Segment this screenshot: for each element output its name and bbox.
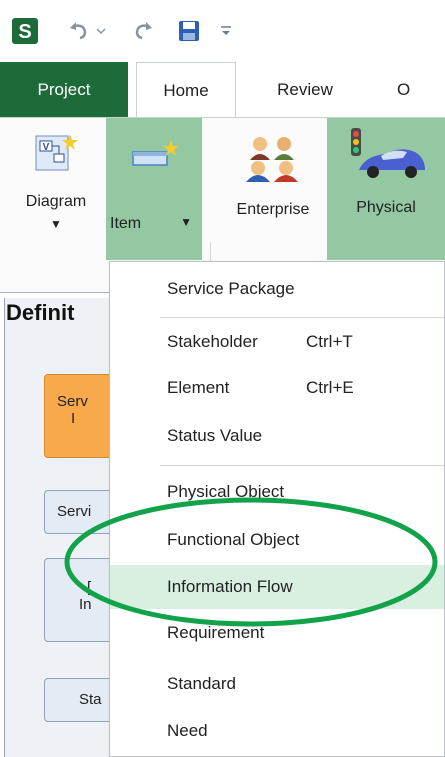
menu-item-information-flow[interactable]: Information Flow [110,565,444,609]
menu-item-label: Functional Object [167,530,300,549]
menu-item-label: Status Value [167,426,263,445]
enterprise-icon [242,134,304,187]
enterprise-button[interactable]: Enterprise [219,118,327,260]
app-logo-icon[interactable]: S [10,18,40,44]
customize-qat-icon[interactable] [216,18,236,44]
panel-card-text: Sta [79,691,102,708]
svg-text:S: S [18,21,31,43]
enterprise-label: Enterprise [236,201,310,218]
menu-item-label: Stakeholder [167,332,258,351]
svg-text:V: V [43,142,50,153]
menu-item-status-value[interactable]: Status Value [110,414,444,458]
item-dropdown-icon: ▼ [180,215,192,229]
menu-item-stakeholder[interactable]: Stakeholder Ctrl+T [110,320,444,364]
menu-item-label: Requirement [167,623,265,642]
diagram-label: Diagram [25,193,87,210]
menu-item-label: Information Flow [167,577,293,596]
menu-item-shortcut: Ctrl+E [306,378,354,397]
item-icon [127,138,181,183]
tab-review[interactable]: Review [250,62,360,118]
menu-item-standard[interactable]: Standard [110,662,444,706]
menu-separator [160,317,444,318]
menu-item-label: Standard [167,674,236,693]
menu-item-requirement[interactable]: Requirement [110,611,444,655]
menu-separator [160,465,444,466]
menu-item-shortcut: Ctrl+T [306,332,353,351]
menu-item-label: Element [167,378,230,397]
undo-dropdown-icon[interactable] [94,18,108,44]
item-button[interactable]: Item ▼ [106,118,202,260]
ribbon-tab-row: Project Home Review O [0,62,445,118]
tab-more[interactable]: O [385,62,445,118]
tab-project[interactable]: Project [0,62,128,118]
menu-item-label: Service Package [167,279,295,298]
undo-icon[interactable] [66,18,92,44]
menu-item-need[interactable]: Need [110,709,444,753]
item-dropdown-menu: Service Package Stakeholder Ctrl+T Eleme… [109,261,445,757]
menu-item-label: Physical Object [167,482,285,501]
menu-item-physical-object[interactable]: Physical Object [110,470,444,514]
physical-label: Physical [356,199,416,216]
menu-item-service-package[interactable]: Service Package [110,267,444,311]
panel-title: Definit [6,300,75,325]
diagram-icon: V [34,132,78,181]
redo-icon[interactable] [130,18,156,44]
diagram-button[interactable]: V Diagram ▼ [6,118,106,262]
quick-access-toolbar: S [0,0,445,62]
item-label: Item [110,215,142,232]
physical-icon [345,126,427,187]
menu-item-element[interactable]: Element Ctrl+E [110,366,444,410]
save-icon[interactable] [176,18,202,44]
menu-item-label: Need [167,721,208,740]
diagram-dropdown-icon: ▼ [50,217,62,231]
physical-button[interactable]: Physical [327,118,445,260]
panel-card-text: Servi [57,503,92,520]
tab-home[interactable]: Home [136,62,236,118]
menu-item-functional-object[interactable]: Functional Object [110,518,444,562]
